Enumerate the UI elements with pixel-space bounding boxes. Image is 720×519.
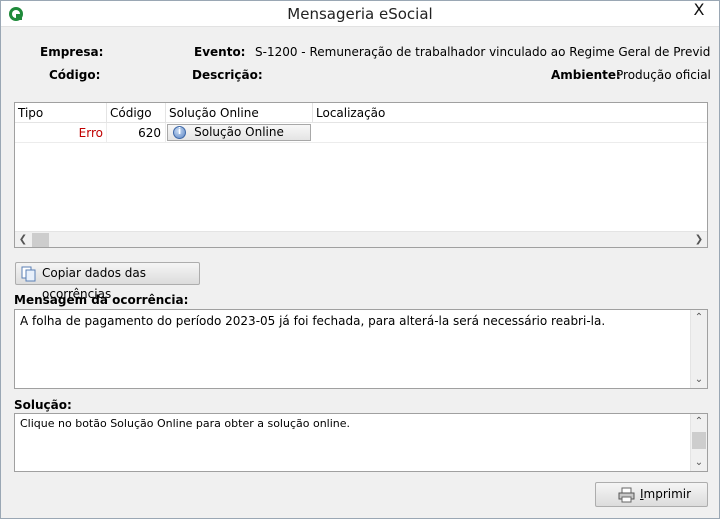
chevron-up-icon[interactable]: ⌃: [691, 414, 707, 430]
chevron-left-icon[interactable]: ❮: [15, 232, 31, 247]
window-title: Mensageria eSocial: [287, 5, 433, 23]
evento-value: S-1200 - Remuneração de trabalhador vinc…: [255, 45, 710, 59]
cell-localizacao: [313, 123, 707, 143]
column-header-localizacao[interactable]: Localização: [313, 103, 707, 123]
evento-label: Evento:: [194, 45, 246, 59]
solucao-online-button[interactable]: i Solução Online: [167, 124, 311, 141]
solucao-text: Clique no botão Solução Online para obte…: [20, 417, 351, 430]
chevron-down-icon[interactable]: ⌄: [691, 455, 707, 471]
mensagem-vertical-scrollbar[interactable]: ⌃ ⌄: [690, 310, 707, 388]
close-button[interactable]: X: [683, 1, 715, 21]
solucao-textbox[interactable]: Clique no botão Solução Online para obte…: [14, 413, 708, 472]
print-button[interactable]: Imprimir: [595, 482, 708, 507]
table-row[interactable]: Erro 620 i Solução Online: [15, 123, 707, 143]
chevron-down-icon[interactable]: ⌄: [691, 372, 707, 388]
solucao-label: Solução:: [14, 398, 72, 412]
grid-header: Tipo Código Solução Online Localização: [15, 103, 707, 123]
print-button-label: Imprimir: [640, 483, 691, 506]
info-icon: i: [173, 126, 186, 139]
mensagem-textbox[interactable]: A folha de pagamento do período 2023-05 …: [14, 309, 708, 389]
cell-codigo: 620: [107, 123, 166, 143]
copy-occurrences-button[interactable]: Copiar dados das ocorrências: [15, 262, 200, 301]
occurrences-grid[interactable]: Tipo Código Solução Online Localização E…: [14, 102, 708, 248]
horizontal-scrollbar[interactable]: ❮ ❯: [15, 231, 707, 247]
descricao-label: Descrição:: [192, 68, 263, 82]
empresa-label: Empresa:: [40, 45, 104, 59]
print-label-rest: mprimir: [643, 487, 692, 501]
close-icon: X: [693, 0, 705, 19]
ambiente-value: Produção oficial: [616, 68, 711, 82]
ambiente-label: Ambiente:: [551, 68, 621, 82]
mensagem-text: A folha de pagamento do período 2023-05 …: [20, 314, 606, 328]
scroll-thumb[interactable]: [32, 233, 49, 247]
column-header-tipo[interactable]: Tipo: [15, 103, 107, 123]
solucao-vertical-scrollbar[interactable]: ⌃ ⌄: [690, 414, 707, 471]
cell-tipo: Erro: [15, 123, 107, 143]
copy-icon: [21, 266, 36, 282]
solucao-online-label: Solução Online: [194, 125, 284, 139]
column-header-solucao[interactable]: Solução Online: [166, 103, 313, 123]
mensagem-label: Mensagem da ocorrência:: [14, 293, 189, 307]
codigo-label: Código:: [49, 68, 101, 82]
printer-icon: [618, 487, 635, 503]
title-bar: Mensageria eSocial X: [1, 1, 719, 27]
scroll-thumb[interactable]: [692, 432, 706, 449]
chevron-up-icon[interactable]: ⌃: [691, 310, 707, 326]
mensageria-window: Mensageria eSocial X Empresa: Código: Ev…: [0, 0, 720, 519]
column-header-codigo[interactable]: Código: [107, 103, 166, 123]
chevron-right-icon[interactable]: ❯: [691, 232, 707, 247]
